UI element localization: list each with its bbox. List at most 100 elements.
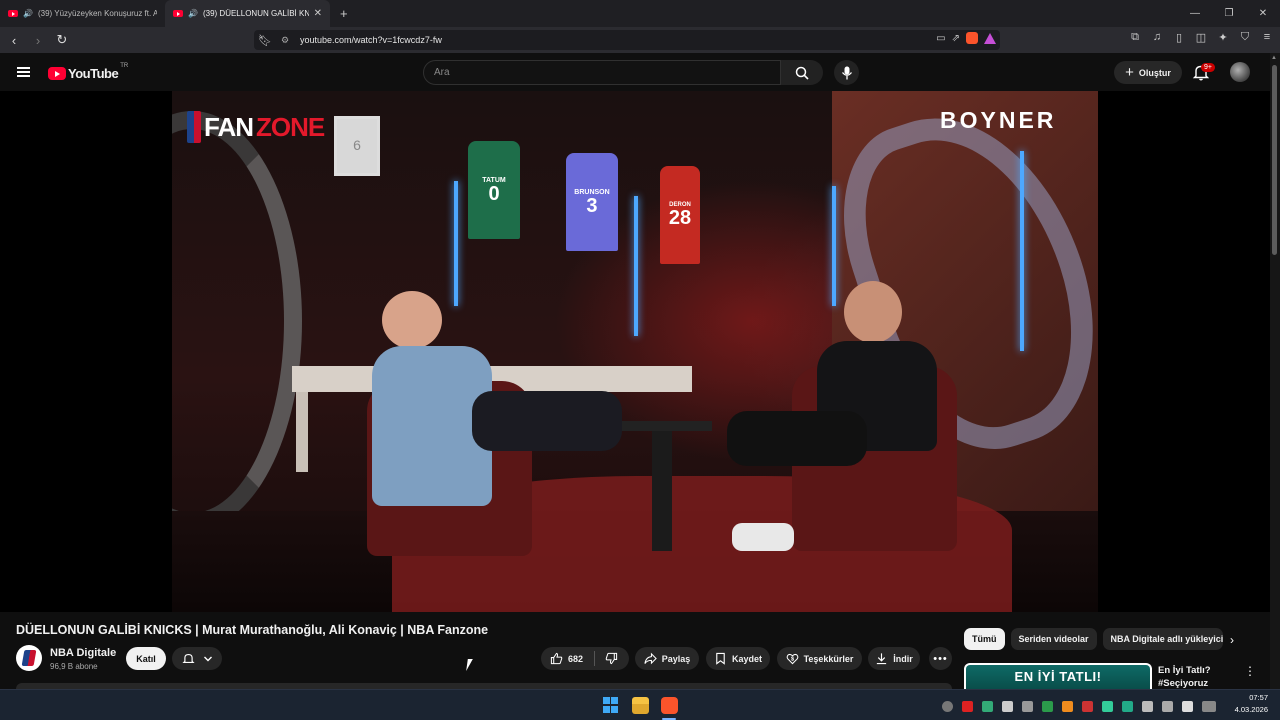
tray-app-icon[interactable]	[1062, 700, 1073, 712]
host-right-legs	[727, 411, 867, 466]
cast-icon[interactable]: ▭	[936, 33, 945, 44]
address-bar-actions: ▭ ⇗	[936, 32, 996, 44]
search-input[interactable]	[434, 67, 780, 78]
media-icon[interactable]: ♫	[1150, 31, 1164, 44]
battery-icon[interactable]	[1202, 700, 1216, 712]
brave-shields-icon[interactable]	[966, 32, 978, 44]
reload-icon[interactable]: ↻	[52, 32, 72, 48]
brave-browser-icon[interactable]	[661, 697, 678, 714]
bell-icon	[181, 653, 195, 664]
search-button[interactable]	[781, 60, 823, 85]
download-icon	[877, 653, 887, 665]
share-page-icon[interactable]: ⇗	[952, 33, 960, 44]
tray-app-icon[interactable]	[942, 700, 953, 712]
save-bookmark-icon	[716, 652, 725, 665]
back-icon[interactable]: ‹	[4, 33, 24, 48]
jersey-text: BRUNSON 3	[574, 189, 609, 216]
youtube-logo[interactable]: YouTube TR	[48, 63, 128, 81]
bookmark-icon[interactable]: 🔖︎	[254, 34, 276, 47]
plus-icon: +	[1125, 64, 1134, 81]
kebab-menu-icon[interactable]: ⋮	[1244, 664, 1256, 678]
vpn-icon[interactable]: ⛉	[1238, 31, 1252, 44]
microphone-tray-icon[interactable]	[1142, 700, 1153, 712]
restore-button[interactable]: ❐	[1212, 0, 1246, 27]
page-scrollbar[interactable]: ▲	[1270, 53, 1280, 689]
audio-icon: 🔊	[188, 9, 198, 18]
search-icon	[795, 66, 809, 80]
tray-app-icon[interactable]	[962, 700, 973, 712]
video-frame[interactable]: 6 TATUM 0 BRUNSON 3 DERON 28 FAN ZONE BO…	[172, 91, 1098, 612]
wall-frame: 6	[334, 116, 380, 176]
file-explorer-icon[interactable]	[632, 697, 649, 714]
video-player[interactable]: 6 TATUM 0 BRUNSON 3 DERON 28 FAN ZONE BO…	[0, 91, 1270, 612]
menu-icon[interactable]: ≡	[1260, 31, 1274, 44]
save-button[interactable]: Kaydet	[706, 647, 770, 670]
close-tab-icon[interactable]: ✕	[314, 8, 322, 19]
search-box[interactable]	[423, 60, 781, 85]
join-button[interactable]: Katıl	[126, 647, 166, 670]
chip-uploader[interactable]: NBA Digitale adlı yükleyici	[1102, 628, 1223, 650]
fanzone-logo-fan: FAN	[204, 111, 254, 142]
brave-rewards-icon[interactable]	[984, 32, 996, 44]
leo-ai-icon[interactable]: ✦	[1216, 31, 1230, 44]
subscription-bell-button[interactable]	[172, 647, 222, 670]
browser-tab-1[interactable]: 🔊 (39) Yüzyüzeyken Konuşuruz ft. A	[0, 0, 165, 27]
tray-app-icon[interactable]	[1122, 700, 1133, 712]
sidebar-icon[interactable]: ▯	[1172, 31, 1186, 44]
tray-app-icon[interactable]	[1002, 700, 1013, 712]
tray-app-icon[interactable]	[982, 700, 993, 712]
guide-menu-icon[interactable]	[17, 67, 30, 77]
clock-date: 4.03.2026	[1234, 705, 1268, 714]
neon-light	[634, 196, 638, 336]
sneaker	[732, 523, 794, 551]
network-icon[interactable]	[1162, 700, 1173, 712]
chip-series[interactable]: Seriden videolar	[1010, 628, 1097, 650]
scroll-up-icon[interactable]: ▲	[1271, 55, 1277, 61]
channel-avatar[interactable]	[16, 645, 42, 671]
like-divider	[594, 651, 596, 666]
dislike-icon[interactable]	[605, 652, 618, 665]
neon-light	[832, 186, 836, 306]
close-window-button[interactable]: ✕	[1246, 0, 1280, 27]
thanks-button[interactable]: $ Teşekkürler	[777, 647, 862, 670]
download-label: İndir	[893, 653, 913, 664]
taskbar-clock[interactable]: 07:57 4.03.2026	[1232, 692, 1268, 716]
tray-app-icon[interactable]	[1082, 700, 1093, 712]
site-info-icon[interactable]: ⚙	[276, 35, 294, 46]
chip-all[interactable]: Tümü	[964, 628, 1005, 650]
coffee-table	[612, 421, 712, 431]
recommended-video-title[interactable]: En İyi Tatlı? #Seçiyoruz	[1158, 664, 1238, 690]
new-tab-button[interactable]: +	[340, 6, 348, 21]
thumbnail-text: EN İYİ TATLI!	[1014, 669, 1102, 684]
extension-icon[interactable]: ⧉	[1128, 31, 1142, 44]
minimize-button[interactable]: —	[1178, 0, 1212, 27]
voice-search-button[interactable]	[834, 60, 859, 85]
like-icon[interactable]	[550, 652, 563, 665]
more-actions-button[interactable]: •••	[929, 647, 952, 670]
tray-app-icon[interactable]	[1042, 700, 1053, 712]
chevron-right-icon[interactable]: ›	[1230, 633, 1234, 647]
share-button[interactable]: Paylaş	[635, 647, 699, 670]
share-label: Paylaş	[661, 653, 691, 664]
save-label: Kaydet	[731, 653, 762, 664]
share-icon	[644, 652, 657, 665]
tray-app-icon[interactable]	[1022, 700, 1033, 712]
recommended-video-thumbnail[interactable]: EN İYİ TATLI!	[964, 663, 1152, 689]
like-count[interactable]: 682	[568, 654, 583, 664]
browser-tab-2[interactable]: 🔊 (39) DÜELLONUN GALİBİ KNIC ✕	[165, 0, 330, 27]
account-avatar[interactable]	[1230, 62, 1250, 82]
forward-icon[interactable]: ›	[28, 33, 48, 48]
wallet-icon[interactable]: ◫	[1194, 31, 1208, 44]
tray-app-icon[interactable]	[1102, 700, 1113, 712]
volume-icon[interactable]	[1182, 700, 1193, 712]
mouse-cursor-icon	[466, 659, 473, 671]
scrollbar-thumb[interactable]	[1272, 65, 1277, 255]
channel-name[interactable]: NBA Digitale	[50, 647, 116, 659]
create-button[interactable]: + Oluştur	[1114, 61, 1182, 84]
windows-start-icon[interactable]	[603, 697, 620, 714]
guest-left-head	[382, 291, 442, 349]
youtube-favicon-icon	[8, 10, 18, 17]
address-bar[interactable]: 🔖︎ ⚙ youtube.com/watch?v=1fcwcdz7-fw ▭ ⇗	[254, 30, 1000, 50]
download-button[interactable]: İndir	[868, 647, 920, 670]
url-text[interactable]: youtube.com/watch?v=1fcwcdz7-fw	[300, 35, 442, 45]
